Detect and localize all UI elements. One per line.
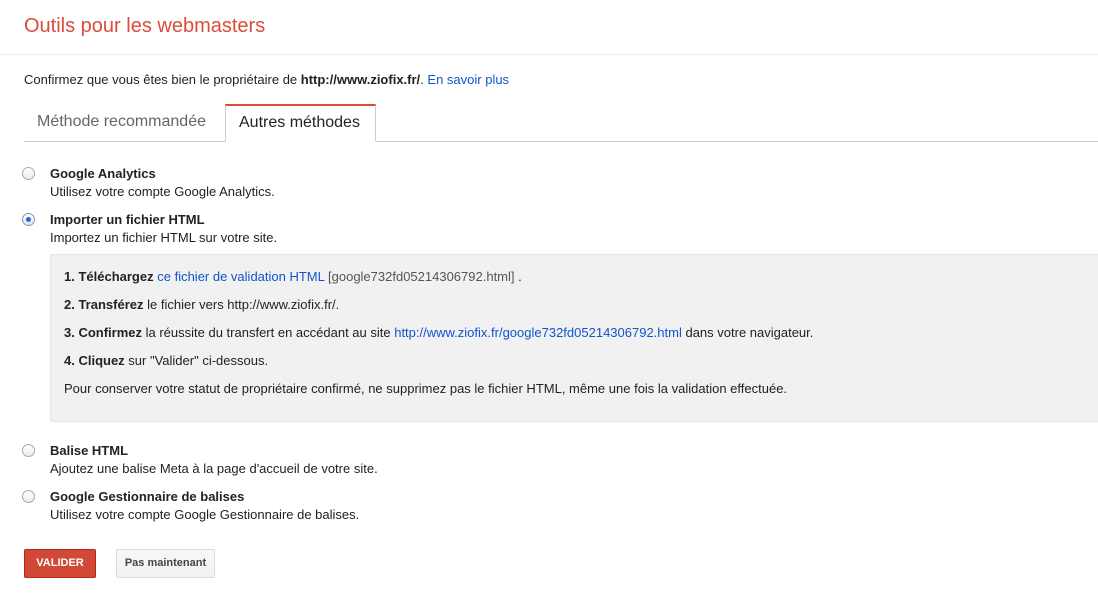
step-click: 4. Cliquez sur "Valider" ci-dessous.: [64, 353, 268, 369]
not-now-button[interactable]: Pas maintenant: [116, 549, 215, 578]
option-title: Importer un fichier HTML: [50, 212, 205, 227]
tab-other-methods[interactable]: Autres méthodes: [225, 104, 376, 142]
site-url: http://www.ziofix.fr/: [300, 72, 421, 87]
verification-url-link[interactable]: http://www.ziofix.fr/google732fd05214306…: [394, 325, 682, 340]
option-title: Google Analytics: [50, 166, 156, 181]
ownership-intro: Confirmez que vous êtes bien le propriét…: [24, 72, 509, 88]
step-label: 1. Téléchargez: [64, 269, 154, 284]
validation-file-link[interactable]: ce fichier de validation HTML: [157, 269, 324, 284]
option-description: Ajoutez une balise Meta à la page d'accu…: [50, 461, 378, 476]
page-header: Outils pour les webmasters: [0, 0, 1098, 55]
radio-google-analytics[interactable]: [22, 167, 35, 180]
method-tabs: Méthode recommandée Autres méthodes: [24, 104, 1098, 142]
tab-recommended-method[interactable]: Méthode recommandée: [24, 104, 220, 141]
step-text: le fichier vers http://www.ziofix.fr/.: [143, 297, 340, 312]
option-title: Balise HTML: [50, 443, 129, 458]
validate-button[interactable]: VALIDER: [24, 549, 96, 578]
option-description: Importez un fichier HTML sur votre site.: [50, 230, 278, 245]
option-title: Google Gestionnaire de balises: [50, 489, 245, 504]
radio-tag-manager[interactable]: [22, 490, 35, 503]
option-description: Utilisez votre compte Google Analytics.: [50, 184, 275, 199]
intro-text: Confirmez que vous êtes bien le propriét…: [24, 72, 301, 87]
step-transfer: 2. Transférez le fichier vers http://www…: [64, 297, 339, 313]
step-end: .: [514, 269, 522, 284]
keep-file-note: Pour conserver votre statut de propriéta…: [64, 381, 788, 396]
validation-file-name: [google732fd05214306792.html]: [328, 269, 515, 284]
step-text: la réussite du transfert en accédant au …: [142, 325, 395, 340]
step-text: sur "Valider" ci-dessous.: [124, 353, 269, 368]
page-title: Outils pour les webmasters: [24, 15, 266, 37]
option-description: Utilisez votre compte Google Gestionnair…: [50, 507, 360, 522]
step-label: 3. Confirmez: [64, 325, 143, 340]
radio-html-tag[interactable]: [22, 444, 35, 457]
step-label: 2. Transférez: [64, 297, 144, 312]
radio-html-file[interactable]: [22, 213, 35, 226]
step-confirm: 3. Confirmez la réussite du transfert en…: [64, 325, 813, 341]
step-download: 1. Téléchargez ce fichier de validation …: [64, 269, 522, 285]
step-end: dans votre navigateur.: [681, 325, 814, 340]
html-file-instructions: 1. Téléchargez ce fichier de validation …: [50, 254, 1098, 422]
learn-more-link[interactable]: En savoir plus: [427, 72, 509, 87]
step-label: 4. Cliquez: [64, 353, 125, 368]
